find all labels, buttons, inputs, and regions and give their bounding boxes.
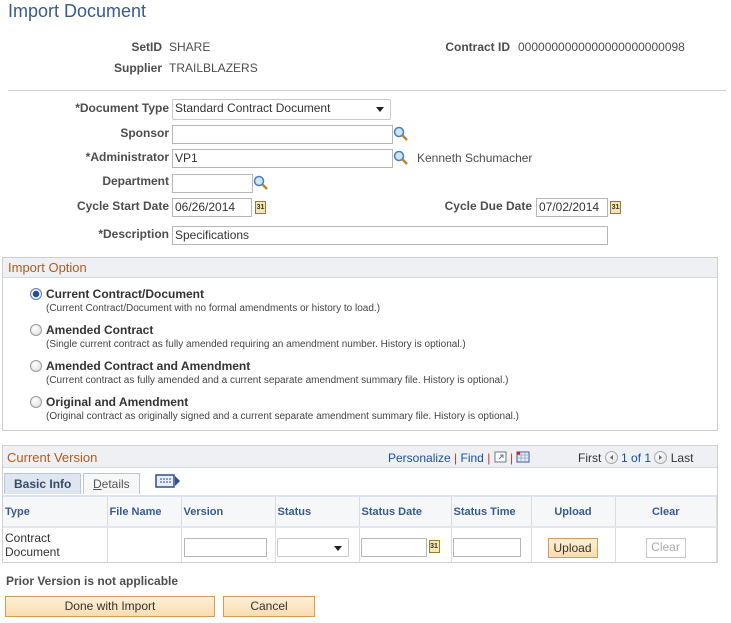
department-label: Department bbox=[102, 174, 169, 188]
prior-version-note: Prior Version is not applicable bbox=[6, 574, 179, 588]
col-status: Status bbox=[275, 495, 360, 528]
department-lookup-icon[interactable] bbox=[253, 175, 269, 191]
col-file-name: File Name bbox=[107, 495, 182, 528]
find-link[interactable]: Find bbox=[461, 451, 484, 465]
radio-button[interactable] bbox=[30, 360, 42, 372]
show-all-columns-icon[interactable] bbox=[155, 473, 181, 489]
calendar-icon[interactable]: 31 bbox=[610, 201, 621, 214]
col-status-date: Status Date bbox=[359, 495, 452, 528]
calendar-icon[interactable]: 31 bbox=[428, 540, 440, 553]
tab-details-rest: etails bbox=[101, 477, 130, 491]
status-select[interactable] bbox=[276, 538, 349, 557]
administrator-lookup-icon[interactable] bbox=[393, 150, 409, 166]
status-date-input[interactable] bbox=[360, 538, 427, 557]
type-cell: Contract Document bbox=[3, 527, 108, 562]
document-type-label: *Document Type bbox=[75, 101, 169, 115]
contract-id-value: 0000000000000000000000098 bbox=[518, 40, 685, 54]
version-table: Type File Name Version Status Status Dat… bbox=[3, 495, 717, 562]
first-label: First bbox=[578, 451, 602, 465]
col-type: Type bbox=[3, 495, 108, 528]
previous-icon[interactable] bbox=[604, 451, 618, 464]
cycle-due-date-input[interactable]: 07/02/2014 bbox=[536, 198, 608, 217]
setid-label: SetID bbox=[131, 40, 162, 54]
page-title: Import Document bbox=[8, 1, 147, 21]
grid-toolbar: Personalize | Find | | bbox=[388, 451, 530, 465]
col-version: Version bbox=[181, 495, 276, 528]
download-spreadsheet-icon[interactable] bbox=[516, 451, 530, 463]
col-clear: Clear bbox=[615, 495, 717, 528]
sponsor-input[interactable] bbox=[172, 125, 393, 144]
current-version-grid: Current Version Personalize | Find | | F… bbox=[2, 445, 718, 563]
chevron-down-icon bbox=[333, 546, 342, 551]
status-time-input[interactable] bbox=[452, 538, 521, 557]
radio-button[interactable] bbox=[30, 324, 42, 336]
tab-details[interactable]: Details bbox=[83, 473, 140, 494]
next-icon[interactable] bbox=[654, 451, 668, 464]
description-label: *Description bbox=[98, 227, 169, 241]
done-with-import-button[interactable]: Done with Import bbox=[5, 596, 215, 617]
table-row: Contract Document 31 Upload Clear bbox=[3, 527, 717, 562]
radio-button[interactable] bbox=[30, 288, 42, 300]
col-status-time: Status Time bbox=[451, 495, 532, 528]
last-label: Last bbox=[670, 451, 694, 465]
tab-basic-info[interactable]: Basic Info bbox=[4, 473, 82, 494]
cycle-due-date-label: Cycle Due Date bbox=[444, 199, 532, 213]
grid-header-bar: Current Version Personalize | Find | | F… bbox=[3, 446, 717, 468]
grid-title: Current Version bbox=[7, 450, 98, 465]
sponsor-label: Sponsor bbox=[120, 126, 169, 140]
import-option-header: Import Option bbox=[3, 258, 717, 278]
grid-pagination: First 1 of 1 Last bbox=[578, 451, 693, 465]
import-option-section: Import Option Current Contract/Document … bbox=[2, 257, 718, 431]
administrator-label: *Administrator bbox=[85, 150, 169, 164]
row-count: 1 of 1 bbox=[621, 451, 652, 465]
upload-button[interactable]: Upload bbox=[547, 538, 598, 558]
cycle-start-date-input[interactable]: 06/26/2014 bbox=[172, 198, 252, 217]
sponsor-lookup-icon[interactable] bbox=[393, 126, 409, 142]
cancel-button[interactable]: Cancel bbox=[223, 596, 315, 617]
chevron-down-icon bbox=[376, 107, 384, 112]
personalize-link[interactable]: Personalize bbox=[388, 451, 451, 465]
version-input[interactable] bbox=[183, 538, 267, 557]
view-all-icon[interactable] bbox=[494, 451, 507, 463]
document-type-select[interactable]: Standard Contract Document bbox=[172, 99, 391, 120]
setid-value: SHARE bbox=[169, 40, 211, 54]
calendar-icon[interactable]: 31 bbox=[255, 201, 266, 214]
administrator-name: Kenneth Schumacher bbox=[417, 151, 533, 165]
description-input[interactable]: Specifications bbox=[172, 226, 608, 245]
administrator-input[interactable]: VP1 bbox=[172, 149, 393, 168]
divider bbox=[8, 90, 726, 91]
supplier-label: Supplier bbox=[113, 61, 162, 75]
cycle-start-date-label: Cycle Start Date bbox=[76, 199, 169, 213]
col-upload: Upload bbox=[531, 495, 616, 528]
supplier-value: TRAILBLAZERS bbox=[169, 61, 258, 75]
department-input[interactable] bbox=[172, 174, 253, 193]
radio-button[interactable] bbox=[30, 396, 42, 408]
file-name-cell bbox=[107, 527, 182, 562]
clear-button[interactable]: Clear bbox=[645, 538, 686, 558]
contract-id-label: Contract ID bbox=[445, 40, 510, 54]
document-type-value: Standard Contract Document bbox=[175, 101, 331, 115]
